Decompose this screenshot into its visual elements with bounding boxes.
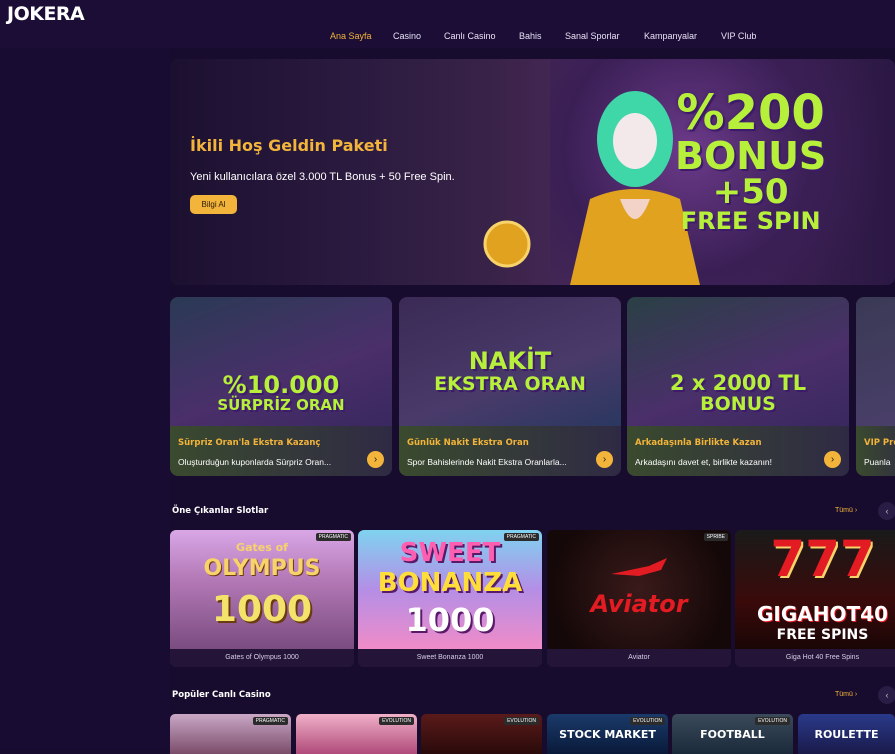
slots-see-all-link[interactable]: Tümü ›	[835, 507, 857, 514]
promo-bar	[399, 426, 621, 476]
hero-art-line: +50	[712, 172, 789, 212]
provider-badge: EVOLUTION	[504, 717, 539, 725]
promo-bar	[170, 426, 392, 476]
nav-promotions[interactable]: Kampanyalar	[644, 31, 697, 41]
promo-art	[856, 297, 895, 426]
promo-art-line: SÜRPRİZ ORAN	[217, 396, 345, 414]
live-card[interactable]: EVOLUTION STOCK MARKET	[547, 714, 668, 754]
airplane-icon	[611, 558, 667, 576]
slot-name: Giga Hot 40 Free Spins	[735, 649, 895, 667]
promo-card-refer-friend[interactable]: 2 x 2000 TL BONUS Arkadaşınla Birlikte K…	[627, 297, 849, 476]
promo-card-vip[interactable]: VIP Pro Puanla	[856, 297, 895, 476]
provider-badge: PRAGMATIC	[252, 717, 288, 725]
promo-card-surprise-odds[interactable]: %10.000 SÜRPRİZ ORAN Sürpriz Oran'la Eks…	[170, 297, 392, 476]
slots-prev-icon[interactable]: ‹	[878, 502, 895, 520]
left-sidebar	[0, 48, 170, 750]
nav-vip-club[interactable]: VIP Club	[721, 31, 756, 41]
live-card[interactable]: EVOLUTION FOOTBALL	[672, 714, 793, 754]
promo-desc: Oluşturduğun kuponlarda Sürpriz Oran...	[178, 457, 332, 467]
top-bar: JOKERA Ana Sayfa Casino Canlı Casino Bah…	[0, 0, 895, 48]
live-card-label: FOOTBALL	[700, 728, 765, 741]
live-card-label: ROULETTE	[814, 728, 879, 741]
slot-name: Sweet Bonanza 1000	[358, 649, 542, 667]
slot-art-line: Aviator	[590, 590, 688, 618]
promo-art-line: NAKİT	[468, 347, 552, 375]
live-card[interactable]: EVOLUTION	[296, 714, 417, 754]
gold-coin-icon	[483, 220, 531, 268]
slot-name: Aviator	[547, 649, 731, 667]
promo-art-line: EKSTRA ORAN	[434, 373, 586, 395]
promo-title: Günlük Nakit Ekstra Oran	[407, 438, 529, 448]
live-prev-icon[interactable]: ‹	[878, 686, 895, 704]
slot-art-line: BONANZA	[377, 568, 523, 598]
nav-sports-betting[interactable]: Bahis	[519, 31, 542, 41]
hero-title: İkili Hoş Geldin Paketi	[190, 136, 388, 155]
hero-art-line: %200	[676, 85, 825, 141]
live-card-label: STOCK MARKET	[559, 728, 656, 741]
promo-title: Arkadaşınla Birlikte Kazan	[635, 438, 762, 448]
hero-bonus-art: %200 BONUS +50 FREE SPIN	[675, 89, 826, 233]
promo-art-line: %10.000	[222, 371, 340, 399]
promo-art-line: BONUS	[700, 393, 776, 415]
hero-art-line: FREE SPIN	[680, 207, 821, 235]
slots-section-title: Öne Çıkanlar Slotlar	[172, 506, 269, 516]
hero-subtitle: Yeni kullanıcılara özel 3.000 TL Bonus +…	[190, 171, 455, 183]
slot-art-line: SWEET	[399, 538, 501, 568]
live-see-all-link[interactable]: Tümü ›	[835, 691, 857, 698]
live-section-title: Popüler Canlı Casino	[172, 690, 271, 700]
promo-title: VIP Pro	[864, 438, 895, 448]
promo-art-line: 2 x 2000 TL	[669, 371, 807, 395]
slot-art-line: OLYMPUS	[203, 556, 321, 581]
live-card[interactable]: EVOLUTION	[421, 714, 542, 754]
slot-card-sweet-bonanza[interactable]: SWEET BONANZA 1000 PRAGMATIC Sweet Bonan…	[358, 530, 542, 667]
slot-card-aviator[interactable]: Aviator SPRIBE Aviator	[547, 530, 731, 667]
promo-desc: Spor Bahislerinde Nakit Ekstra Oranlarla…	[407, 457, 567, 467]
live-card[interactable]: ROULETTE	[798, 714, 895, 754]
nav-home[interactable]: Ana Sayfa	[330, 31, 372, 41]
arrow-right-icon[interactable]: ›	[596, 451, 613, 468]
provider-badge: PRAGMATIC	[503, 533, 539, 541]
promo-bar	[627, 426, 849, 476]
promo-title: Sürpriz Oran'la Ekstra Kazanç	[178, 438, 321, 448]
hero-banner[interactable]: İkili Hoş Geldin Paketi Yeni kullanıcıla…	[170, 59, 895, 285]
arrow-right-icon[interactable]: ›	[824, 451, 841, 468]
arrow-right-icon[interactable]: ›	[367, 451, 384, 468]
slot-card-gates-of-olympus[interactable]: Gates of OLYMPUS 1000 PRAGMATIC Gates of…	[170, 530, 354, 667]
provider-badge: SPRIBE	[703, 533, 728, 541]
promo-card-cash-odds[interactable]: NAKİT EKSTRA ORAN Günlük Nakit Ekstra Or…	[399, 297, 621, 476]
nav-virtual-sports[interactable]: Sanal Sporlar	[565, 31, 620, 41]
site-logo[interactable]: JOKERA	[7, 3, 85, 25]
nav-live-casino[interactable]: Canlı Casino	[444, 31, 496, 41]
slot-art-line: FREE SPINS	[776, 627, 869, 643]
promo-desc: Arkadaşını davet et, birlikte kazanın!	[635, 457, 773, 467]
slot-name: Gates of Olympus 1000	[170, 649, 354, 667]
provider-badge: EVOLUTION	[755, 717, 790, 725]
provider-badge: EVOLUTION	[379, 717, 414, 725]
hero-info-button[interactable]: Bilgi Al	[190, 195, 237, 214]
promo-desc: Puanla	[864, 457, 891, 467]
provider-badge: EVOLUTION	[630, 717, 665, 725]
promo-bar	[856, 426, 895, 476]
live-card[interactable]: PRAGMATIC	[170, 714, 291, 754]
hero-art-line: BONUS	[675, 134, 827, 178]
slot-art-line: 1000	[405, 601, 495, 639]
nav-casino[interactable]: Casino	[393, 31, 421, 41]
provider-badge: PRAGMATIC	[315, 533, 351, 541]
slot-card-giga-hot-40[interactable]: 777 GIGAHOT40 FREE SPINS Giga Hot 40 Fre…	[735, 530, 895, 667]
slot-art-line: GIGAHOT40	[757, 602, 888, 626]
slot-art-line: 1000	[211, 589, 313, 630]
slot-art-line: Gates of	[236, 541, 288, 554]
slot-art-line: 777	[770, 530, 875, 588]
